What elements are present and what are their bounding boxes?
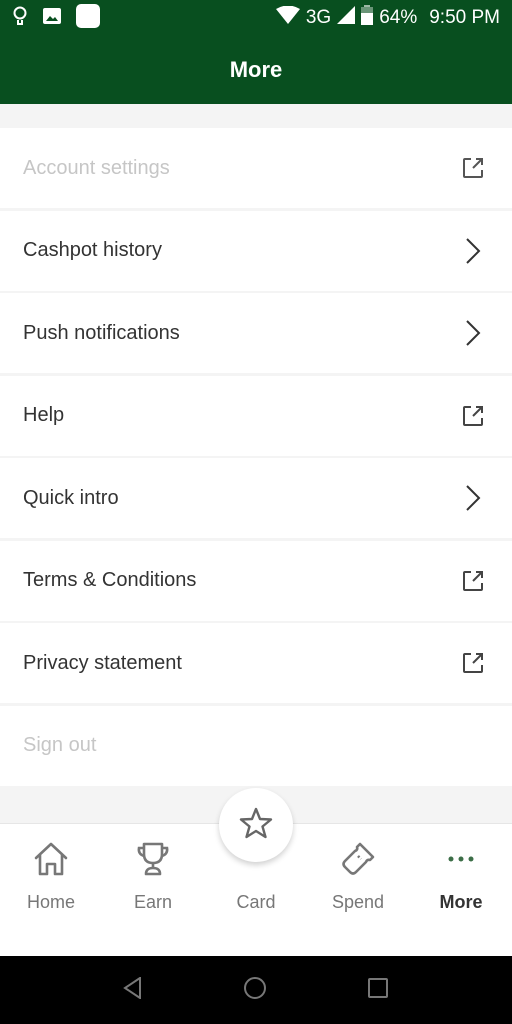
menu-item-label: Terms & Conditions [23,569,197,591]
app-bar: More [0,36,512,104]
menu-item-label: Quick intro [23,486,119,509]
lightbulb-icon [12,6,28,31]
menu-item-sign-out[interactable]: Sign out [0,705,512,786]
battery-icon [361,5,374,31]
page-title: More [229,57,283,82]
system-nav-bar [0,956,512,1024]
battery-percent: 64% [379,7,418,28]
status-bar: 3G 64% 9:50 PM [0,0,512,36]
menu-item-help[interactable]: Help [0,375,512,456]
menu-item-label: Privacy statement [23,651,182,674]
menu-item-privacy-statement[interactable]: Privacy statement [0,623,512,703]
menu-item-push-notifications[interactable]: Push notifications [0,293,512,373]
tab-label: Card [236,892,276,912]
network-type: 3G [305,7,332,28]
card-fab-button[interactable] [219,788,293,862]
chevron-right-icon [460,320,486,346]
back-icon[interactable] [123,975,143,1004]
tab-earn[interactable]: Earn [102,838,204,913]
clock: 9:50 PM [429,7,500,28]
menu-item-label: Sign out [23,734,97,756]
home-icon [33,838,69,880]
menu-item-terms-conditions[interactable]: Terms & Conditions [0,540,512,621]
external-link-icon [460,403,486,429]
tab-label: More [439,892,483,912]
menu-list: Account settings Cashpot history Push no… [0,128,512,788]
external-link-icon [460,155,486,181]
signal-icon [337,6,356,30]
tab-more[interactable]: More [410,838,512,913]
tab-label: Spend [331,892,385,912]
tab-label: Earn [133,892,173,912]
menu-item-quick-intro[interactable]: Quick intro [0,458,512,538]
more-dots-icon [443,838,479,880]
home-nav-icon[interactable] [243,976,267,1005]
chevron-right-icon [460,237,486,264]
recents-icon[interactable] [367,977,389,1004]
app-icon [76,3,100,33]
tab-spend[interactable]: Spend [307,838,409,913]
external-link-icon [460,568,486,594]
wifi-icon [275,5,300,30]
tab-label: Home [26,892,75,912]
chevron-right-icon [460,485,486,511]
menu-item-account-settings[interactable]: Account settings [0,128,512,208]
menu-item-label: Push notifications [23,321,180,344]
menu-item-label: Help [23,404,65,426]
external-link-icon [460,650,486,676]
tab-home[interactable]: Home [0,838,102,913]
menu-item-label: Cashpot history [23,239,162,261]
trophy-icon [135,838,171,880]
star-icon [239,806,273,845]
menu-item-cashpot-history[interactable]: Cashpot history [0,210,512,291]
ticket-icon [340,838,376,880]
image-icon [42,7,62,30]
menu-item-label: Account settings [23,156,170,179]
